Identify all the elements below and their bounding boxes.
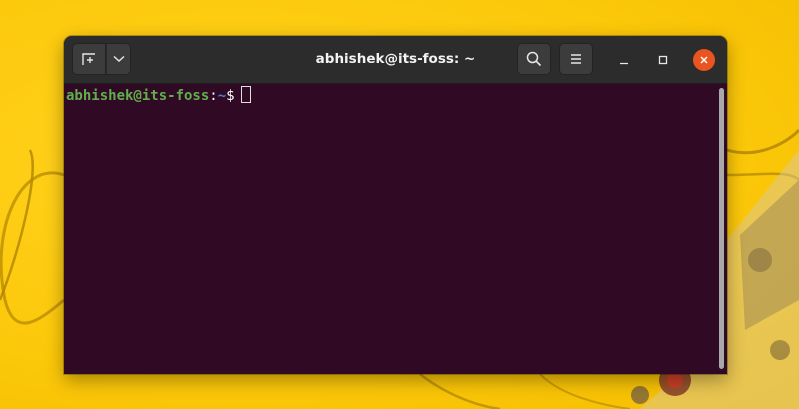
search-button[interactable] [517,43,551,75]
maximize-icon [658,55,668,65]
terminal-area[interactable]: abhishek@its-foss:~$ [64,84,715,374]
headerbar: abhishek@its-foss: ~ [64,36,727,84]
minimize-icon [620,62,628,65]
main-menu-button[interactable] [559,43,593,75]
search-icon [526,51,542,67]
maximize-button[interactable] [652,49,674,71]
window-title: abhishek@its-foss: ~ [315,51,476,67]
close-icon [700,56,708,64]
prompt-line: abhishek@its-foss:~$ [66,86,251,105]
terminal-window: abhishek@its-foss: ~ abhishek@its-foss:~… [64,36,727,374]
prompt-separator: : [209,88,218,104]
text-cursor [240,86,251,103]
prompt-path: ~ [217,88,227,104]
scrollbar-thumb[interactable] [719,88,724,369]
close-button[interactable] [693,49,715,71]
scrollbar[interactable] [715,84,727,374]
prompt-user-host: abhishek@its-foss [66,88,210,104]
tab-menu-button[interactable] [106,43,131,75]
new-tab-button[interactable] [72,43,106,75]
chevron-down-icon [112,55,125,63]
hamburger-menu-icon [571,54,581,64]
minimize-button[interactable] [613,49,635,71]
new-tab-icon [82,53,95,65]
prompt-dollar: $ [226,88,235,104]
